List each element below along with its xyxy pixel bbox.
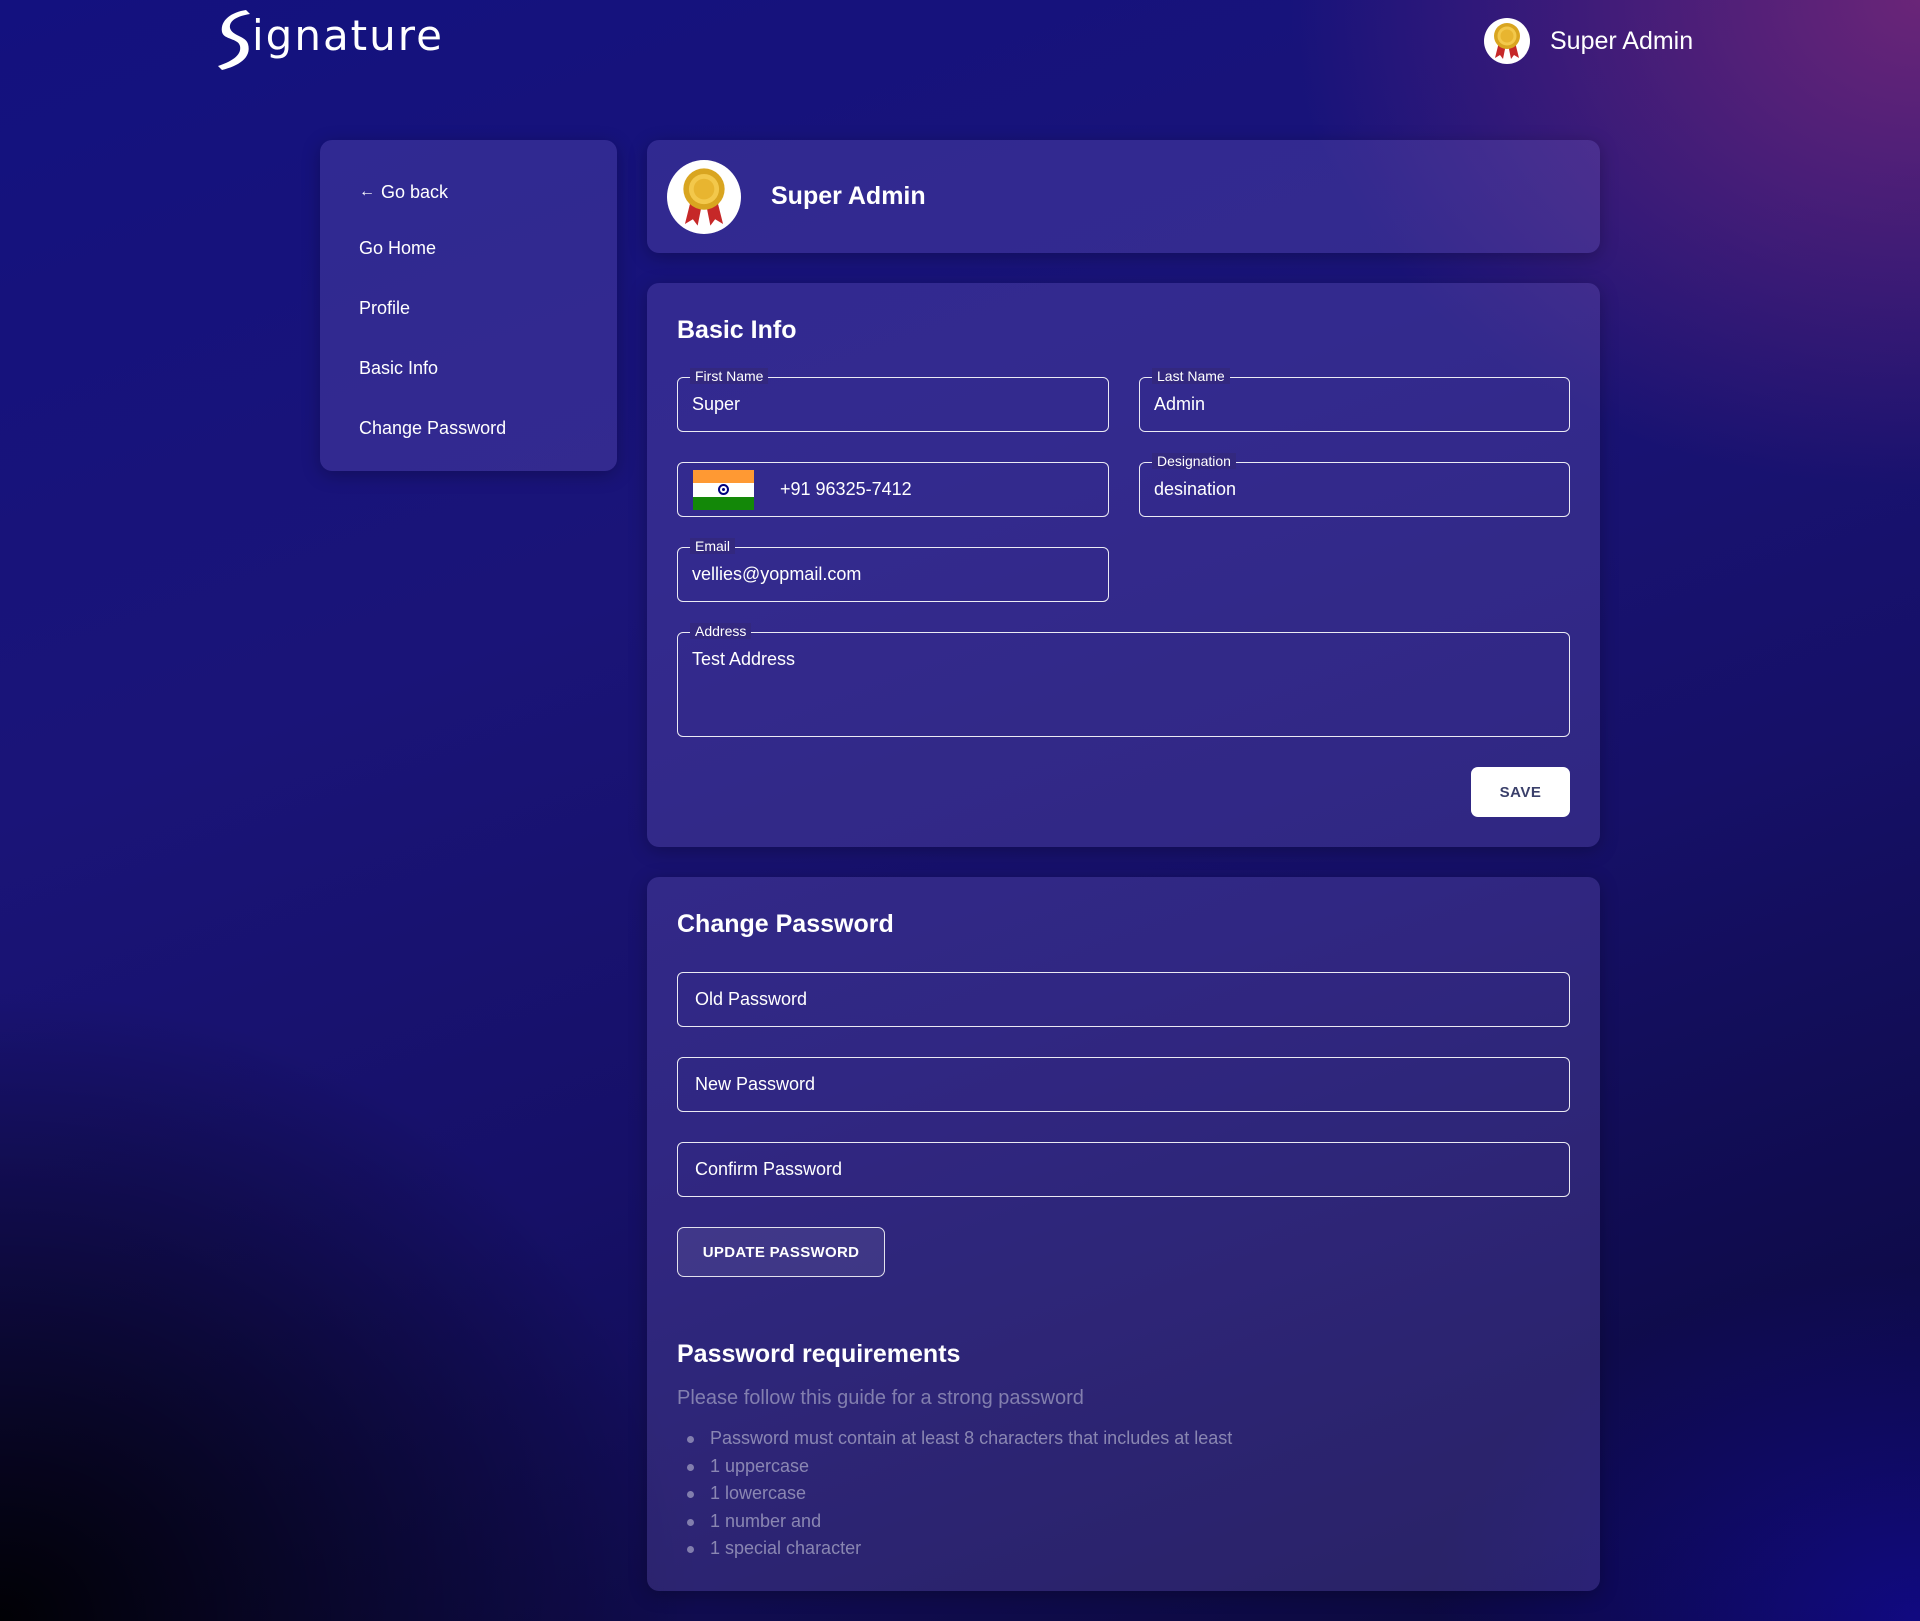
email-label: Email [690, 538, 736, 554]
logo-text: ignature [252, 10, 444, 60]
phone-field[interactable]: +91 96325-7412 [677, 462, 1109, 517]
password-requirements-title: Password requirements [677, 1340, 961, 1368]
save-button[interactable]: SAVE [1471, 767, 1570, 817]
new-password-input[interactable]: New Password [677, 1057, 1570, 1112]
sidebar-item-go-home[interactable]: Go Home [320, 218, 617, 278]
app-logo[interactable]: ignature [212, 6, 444, 70]
email-value: vellies@yopmail.com [692, 564, 862, 584]
sidebar-item-label: Basic Info [359, 357, 439, 378]
first-name-label: First Name [690, 368, 769, 384]
logo-s-mark [218, 10, 250, 70]
list-item: 1 lowercase [677, 1480, 1232, 1508]
designation-label: Designation [1152, 453, 1236, 469]
list-item: 1 special character [677, 1535, 1232, 1563]
sidebar-item-basic-info[interactable]: Basic Info [320, 338, 617, 398]
confirm-password-placeholder: Confirm Password [695, 1159, 843, 1179]
sidebar-item-go-back[interactable]: ← Go back [320, 172, 617, 212]
profile-name: Super Admin [771, 182, 926, 210]
change-password-card: Change Password Old Password New Passwor… [647, 877, 1600, 1591]
address-value: Test Address [692, 649, 796, 669]
old-password-input[interactable]: Old Password [677, 972, 1570, 1027]
user-menu[interactable]: Super Admin [1484, 17, 1693, 65]
profile-avatar [667, 159, 741, 234]
profile-card: Super Admin [647, 140, 1600, 253]
sidebar-nav: ← Go back Go Home Profile Basic Info Cha… [320, 140, 617, 471]
user-name: Super Admin [1550, 26, 1694, 55]
sidebar-item-label: Go Home [359, 237, 437, 258]
sidebar-item-label: Profile [359, 297, 411, 318]
sidebar-item-label: Change Password [359, 417, 507, 438]
sidebar-item-change-password[interactable]: Change Password [320, 398, 617, 458]
old-password-placeholder: Old Password [695, 989, 808, 1009]
last-name-field[interactable]: Last Name Admin [1139, 368, 1570, 432]
basic-info-title: Basic Info [677, 316, 797, 344]
sidebar-item-label: Go back [381, 181, 449, 202]
list-item: 1 number and [677, 1508, 1232, 1536]
phone-value: +91 96325-7412 [780, 479, 912, 499]
basic-info-card: Basic Info First Name Super Last Name Ad… [647, 283, 1600, 847]
list-item: 1 uppercase [677, 1453, 1232, 1481]
last-name-value: Admin [1154, 394, 1206, 414]
email-field[interactable]: Email vellies@yopmail.com [677, 538, 1109, 602]
password-requirements-subtitle: Please follow this guide for a strong pa… [677, 1387, 1084, 1409]
list-item: Password must contain at least 8 charact… [677, 1425, 1232, 1453]
sidebar-item-profile[interactable]: Profile [320, 278, 617, 338]
update-password-button[interactable]: UPDATE PASSWORD [677, 1227, 885, 1277]
change-password-title: Change Password [677, 910, 894, 938]
last-name-label: Last Name [1152, 368, 1230, 384]
medal-icon [683, 167, 725, 226]
first-name-value: Super [692, 394, 741, 414]
user-avatar [1484, 18, 1530, 64]
designation-value: desination [1154, 479, 1237, 499]
first-name-field[interactable]: First Name Super [677, 368, 1109, 432]
india-flag-icon[interactable] [693, 470, 754, 510]
address-label: Address [690, 623, 752, 639]
medal-icon [1494, 23, 1520, 59]
address-field[interactable]: Address Test Address [677, 623, 1570, 737]
confirm-password-input[interactable]: Confirm Password [677, 1142, 1570, 1197]
designation-field[interactable]: Designation desination [1139, 453, 1570, 517]
arrow-left-icon: ← [359, 183, 375, 200]
password-requirements-list: Password must contain at least 8 charact… [677, 1425, 1232, 1563]
new-password-placeholder: New Password [695, 1074, 816, 1094]
